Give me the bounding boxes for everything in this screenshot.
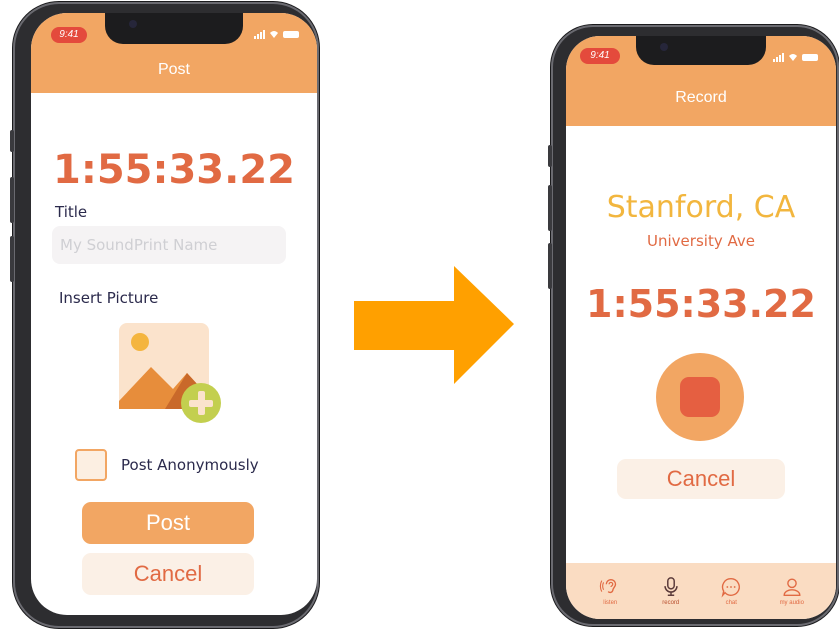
signal-icon: [254, 29, 265, 39]
stop-record-button[interactable]: [656, 353, 744, 441]
battery-icon: [802, 53, 818, 61]
bottom-tab-bar: listen record chat my audio: [566, 563, 836, 619]
page-title: Record: [675, 89, 727, 106]
mute-switch: [10, 130, 14, 152]
wifi-icon: [789, 54, 797, 61]
screen: 9:41 Record Stanford, CA University Ave …: [566, 36, 836, 619]
tab-label: record: [662, 600, 680, 606]
arrow-right-icon: [354, 266, 514, 384]
tab-label: my audio: [779, 600, 804, 606]
location-street: University Ave: [647, 232, 755, 250]
notch: [105, 13, 243, 44]
tab-my-audio[interactable]: my audio: [768, 576, 816, 606]
cancel-button[interactable]: Cancel: [617, 459, 785, 499]
wifi-icon: [270, 31, 278, 38]
tab-label: listen: [603, 600, 618, 606]
mute-switch: [548, 145, 552, 167]
chat-bubble-icon: [721, 578, 741, 598]
tab-listen[interactable]: listen: [586, 576, 634, 606]
status-icons: [773, 51, 818, 63]
volume-down-button: [548, 243, 552, 289]
status-time: 9:41: [580, 48, 620, 64]
volume-up-button: [10, 177, 14, 223]
signal-icon: [773, 52, 784, 62]
volume-down-button: [10, 236, 14, 282]
phone-post-screen: 9:41 Post 1:55:33.22 Title Insert Pictur…: [10, 2, 319, 628]
title-label: Title: [55, 203, 88, 221]
tab-chat[interactable]: chat: [707, 576, 755, 606]
page-title: Post: [157, 61, 190, 78]
phone-record-screen: 9:41 Record Stanford, CA University Ave …: [548, 25, 839, 626]
post-anonymously-checkbox[interactable]: [75, 449, 107, 481]
post-anonymously-label: Post Anonymously: [121, 456, 259, 474]
camera-icon: [660, 43, 668, 51]
recording-timer: 1:55:33.22: [52, 147, 295, 193]
tab-label: chat: [725, 600, 737, 606]
ear-icon: [600, 579, 617, 594]
camera-icon: [129, 20, 137, 28]
user-icon: [783, 578, 801, 596]
cancel-button[interactable]: Cancel: [82, 553, 254, 595]
title-input[interactable]: [52, 226, 286, 264]
microphone-icon: [664, 577, 678, 596]
location-city: Stanford, CA: [606, 190, 796, 225]
battery-icon: [283, 30, 299, 38]
notch: [636, 36, 766, 65]
screen: 9:41 Post 1:55:33.22 Title Insert Pictur…: [31, 13, 317, 615]
status-time: 9:41: [51, 27, 87, 43]
post-button[interactable]: Post: [82, 502, 254, 544]
tab-record[interactable]: record: [647, 576, 695, 606]
status-icons: [254, 28, 299, 40]
volume-up-button: [548, 185, 552, 231]
insert-picture-label: Insert Picture: [59, 289, 159, 307]
stop-record-icon: [680, 377, 720, 417]
add-image-icon[interactable]: [119, 323, 225, 423]
recording-timer: 1:55:33.22: [586, 282, 816, 326]
